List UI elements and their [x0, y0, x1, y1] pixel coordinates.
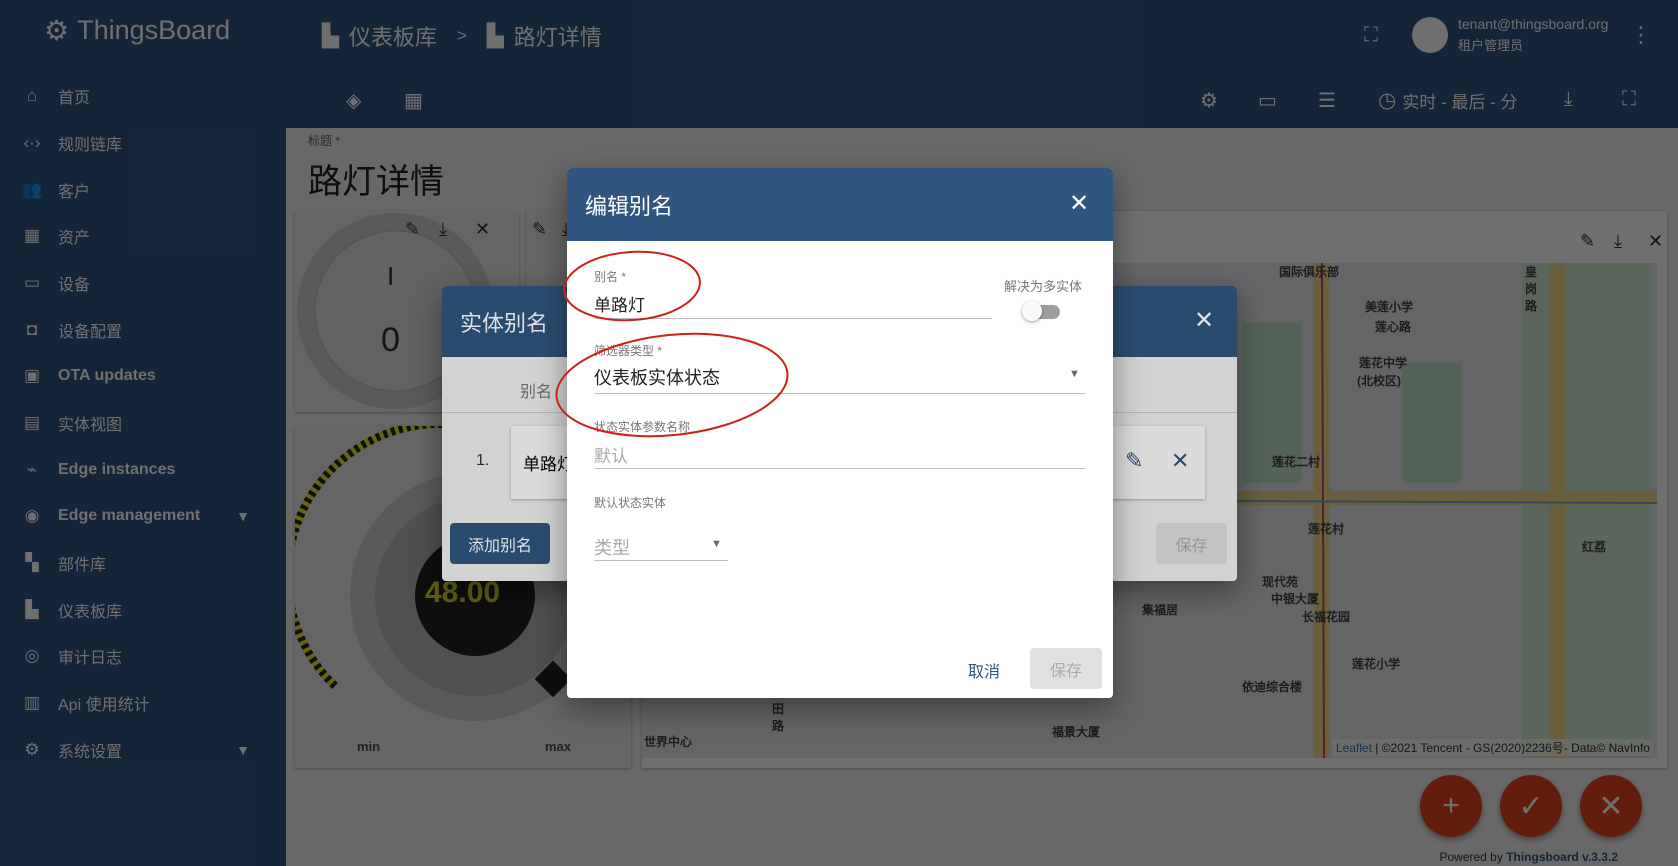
multi-entity-toggle[interactable]: [1022, 301, 1062, 321]
filter-type-underline: [594, 393, 1085, 394]
alias-underline: [594, 318, 992, 319]
state-param-underline: [594, 468, 1085, 469]
dropdown-arrow-icon[interactable]: ▼: [1069, 368, 1080, 380]
filter-type-select[interactable]: 仪表板实体状态: [594, 364, 720, 390]
multi-entity-label: 解决为多实体: [1004, 279, 1083, 294]
dialog-title: 编辑别名: [585, 193, 674, 219]
alias-input[interactable]: 单路灯: [594, 291, 645, 316]
alias-label: 别名 *: [594, 270, 627, 284]
save-button[interactable]: 保存: [1030, 648, 1102, 689]
state-param-input[interactable]: 默认: [594, 442, 628, 467]
type-underline: [594, 560, 728, 561]
dropdown-arrow-icon[interactable]: ▼: [711, 538, 722, 550]
default-state-entity-label: 默认状态实体: [594, 496, 667, 510]
filter-type-label: 筛选器类型 *: [594, 344, 663, 358]
state-param-label: 状态实体参数名称: [594, 420, 691, 434]
cancel-button[interactable]: 取消: [968, 658, 1000, 682]
dialog-header: 编辑别名 ✕: [567, 168, 1113, 241]
close-icon[interactable]: ✕: [1069, 189, 1089, 218]
edit-alias-dialog: 编辑别名 ✕ 别名 * 单路灯 解决为多实体 筛选器类型 * 仪表板实体状态 ▼…: [567, 168, 1113, 698]
type-select[interactable]: 类型: [594, 534, 630, 560]
